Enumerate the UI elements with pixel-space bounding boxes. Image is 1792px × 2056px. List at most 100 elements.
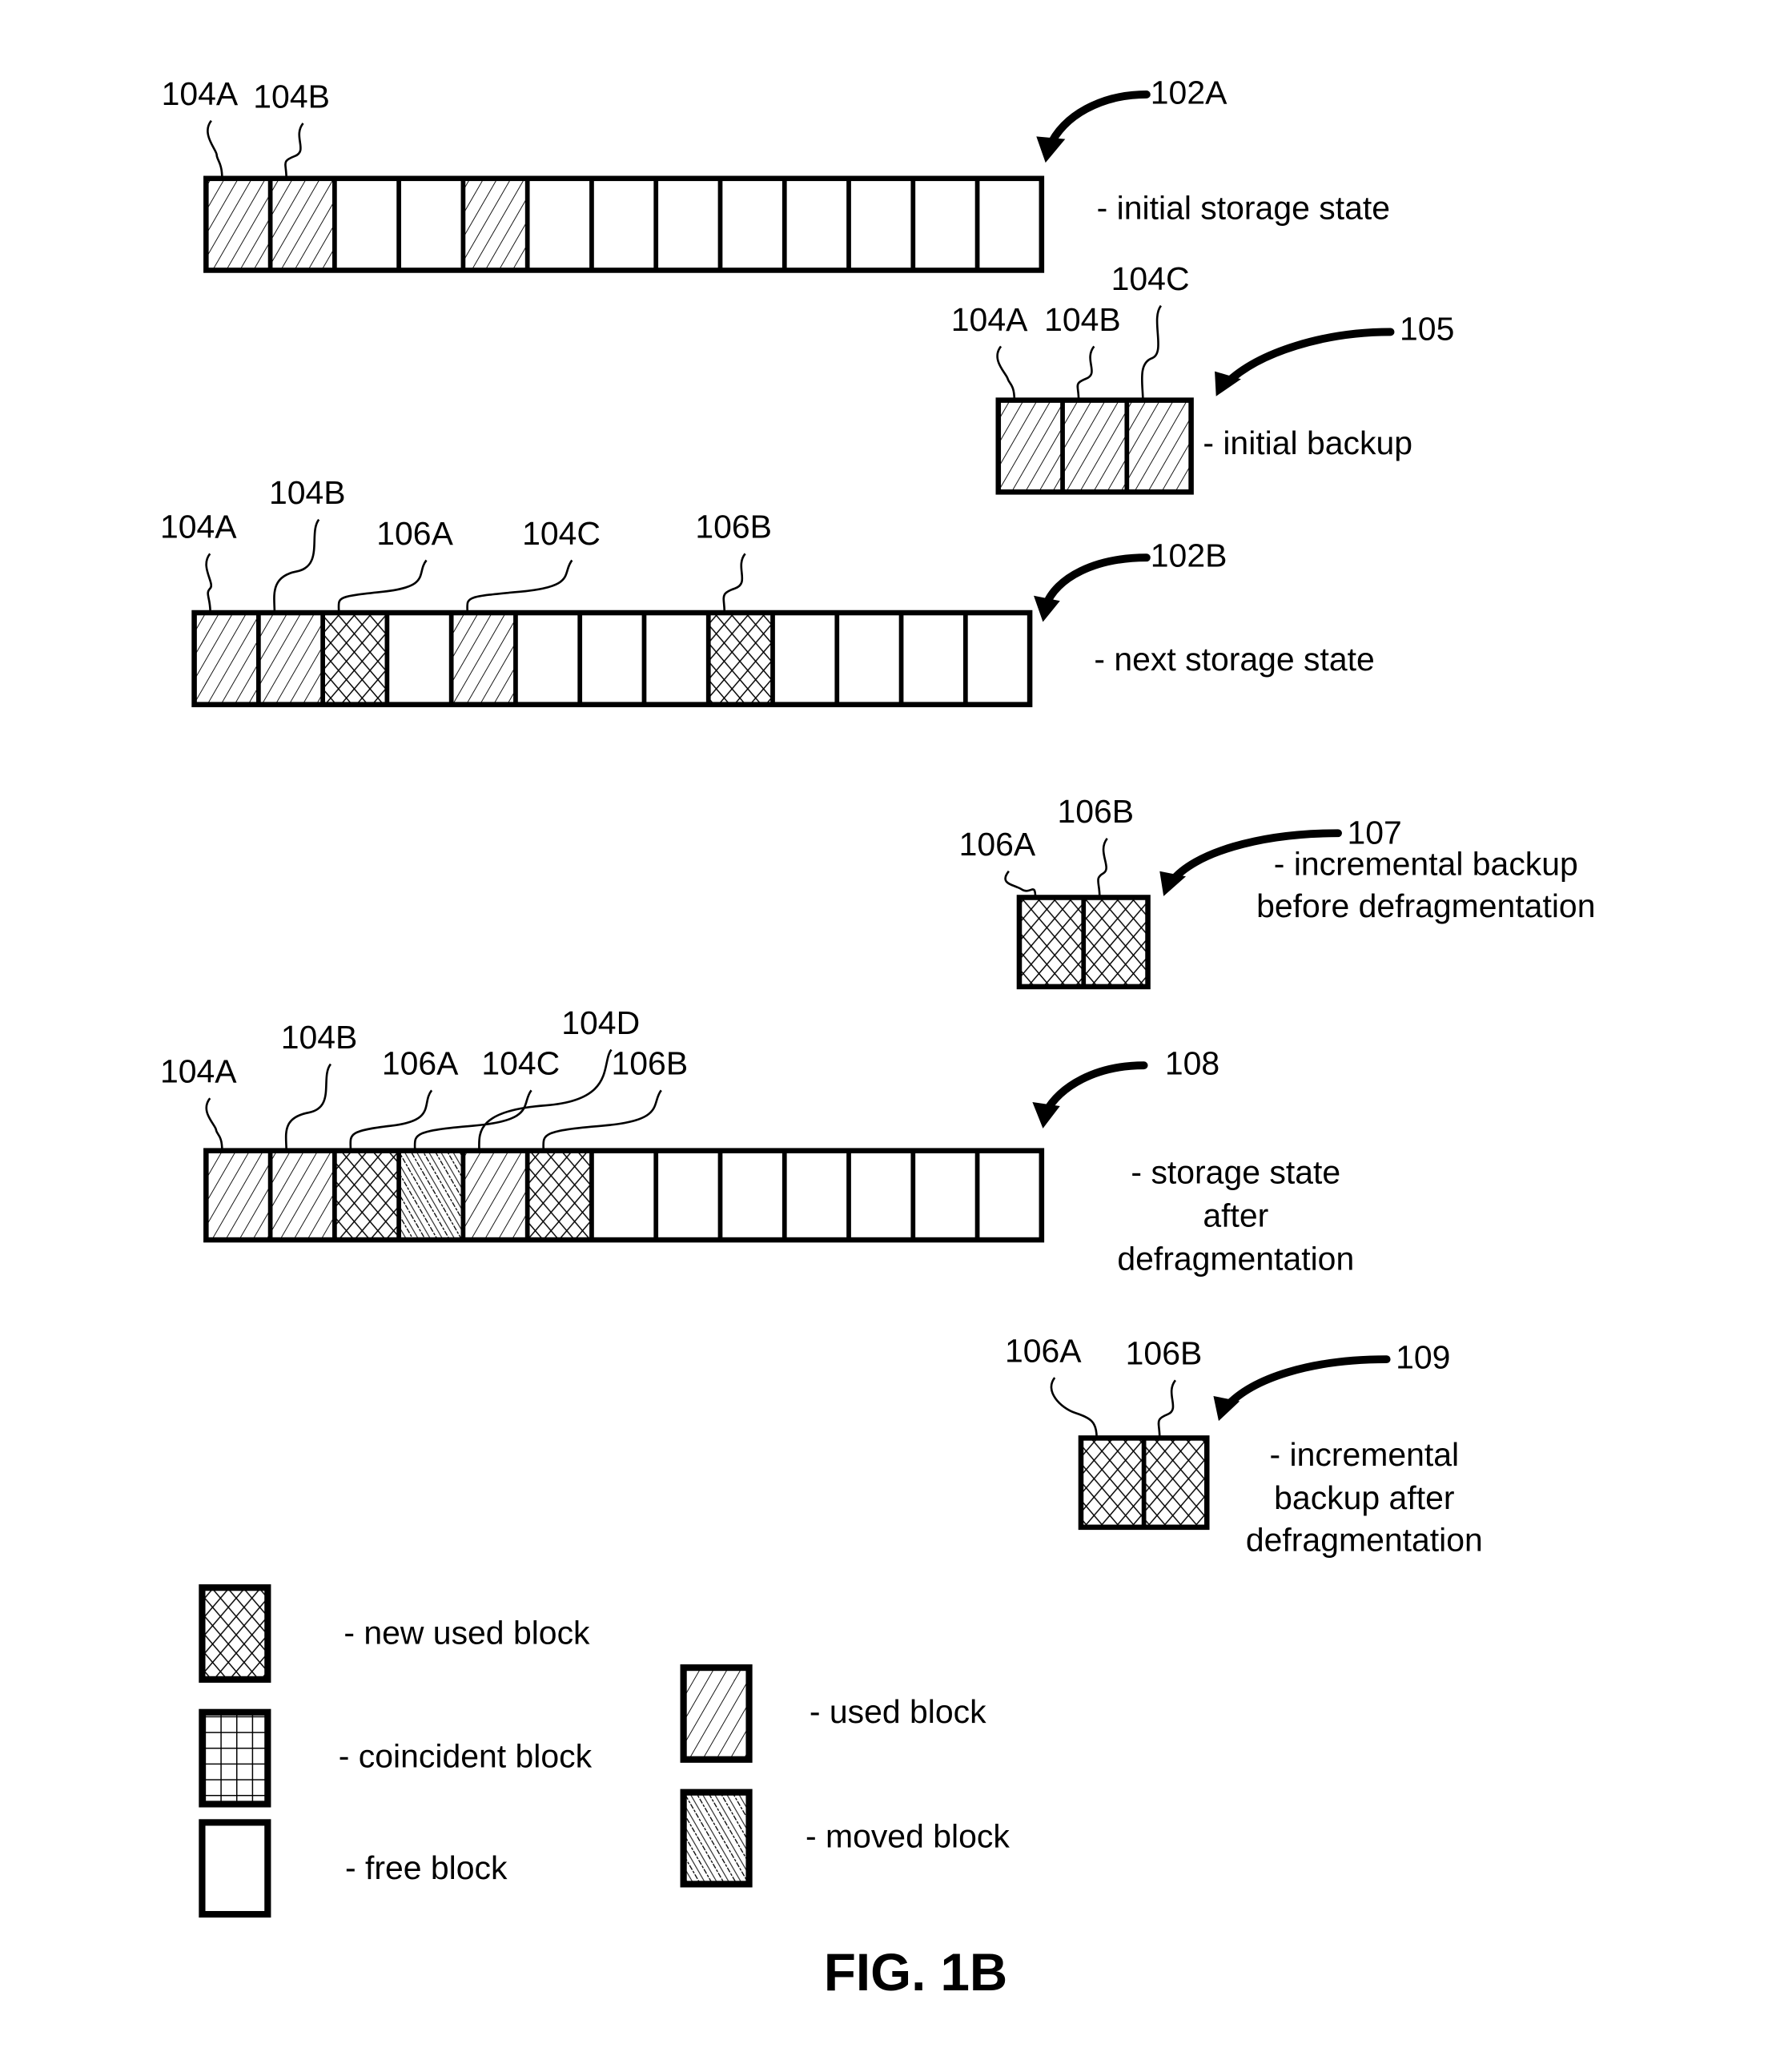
callout-leader bbox=[1140, 304, 1163, 400]
arrow-head-108 bbox=[1032, 1102, 1060, 1129]
callout-leader bbox=[1004, 870, 1037, 898]
legend-item-used: - used block bbox=[680, 1664, 986, 1763]
description-109-line3: defragmentation bbox=[1246, 1521, 1483, 1558]
block-new bbox=[1080, 1438, 1144, 1527]
block-free bbox=[580, 613, 645, 705]
legend-label: - free block bbox=[345, 1849, 508, 1886]
block-used bbox=[463, 1150, 528, 1241]
block-free bbox=[720, 1150, 785, 1241]
block-free bbox=[784, 178, 850, 271]
callout-label: 104A bbox=[162, 75, 239, 112]
callout-leader bbox=[1076, 345, 1095, 400]
callout-leader bbox=[284, 123, 304, 179]
description-107-line1: - incremental backup bbox=[1274, 846, 1578, 883]
description-102B: - next storage state bbox=[1094, 641, 1374, 678]
callout-leader bbox=[1097, 837, 1108, 898]
callout-label: 104B bbox=[253, 78, 330, 115]
legend-swatch-moved bbox=[680, 1788, 753, 1888]
callout-label: 106B bbox=[612, 1045, 689, 1082]
storage-strip-102A: 104A 104B bbox=[162, 75, 1045, 273]
block-moved bbox=[399, 1150, 464, 1241]
block-free bbox=[387, 613, 452, 705]
description-107-line2: before defragmentation bbox=[1256, 887, 1595, 924]
block-used bbox=[206, 178, 271, 271]
block-free bbox=[901, 613, 966, 705]
callout-label: 104A bbox=[160, 1052, 237, 1089]
callout-label: 104C bbox=[481, 1045, 560, 1082]
legend-label: - new used block bbox=[344, 1615, 590, 1652]
block-new bbox=[334, 1150, 400, 1241]
legend-label: - moved block bbox=[806, 1818, 1010, 1855]
block-used bbox=[451, 613, 516, 705]
block-new bbox=[708, 613, 773, 705]
callout-label: 106A bbox=[376, 515, 453, 552]
callout-leader bbox=[1157, 1379, 1177, 1438]
legend-item-moved: - moved block bbox=[680, 1788, 1010, 1888]
callout-label: 104B bbox=[269, 474, 346, 511]
callout-label: 106B bbox=[1126, 1335, 1203, 1372]
callout-label: 106B bbox=[695, 509, 772, 545]
block-used bbox=[194, 613, 259, 705]
block-free bbox=[527, 178, 592, 271]
block-used bbox=[206, 1150, 271, 1241]
callout-leader bbox=[413, 1089, 532, 1151]
block-free bbox=[784, 1150, 850, 1241]
callout-leader bbox=[284, 1063, 332, 1151]
callout-label: 106A bbox=[1005, 1332, 1082, 1369]
block-free bbox=[591, 178, 657, 271]
block-free bbox=[837, 613, 902, 705]
callout-leader bbox=[337, 559, 428, 614]
legend-swatch-free bbox=[199, 1819, 271, 1918]
arrow-105 bbox=[1222, 328, 1395, 388]
block-new bbox=[1083, 897, 1148, 987]
callout-leader bbox=[207, 119, 223, 179]
ref-label-105: 105 bbox=[1400, 310, 1454, 347]
ref-label-102A: 102A bbox=[1151, 74, 1227, 111]
description-102A: - initial storage state bbox=[1097, 190, 1390, 227]
arrow-head-102A bbox=[1036, 136, 1066, 163]
block-used bbox=[270, 1150, 335, 1241]
block-free bbox=[591, 1150, 657, 1241]
block-new bbox=[1143, 1438, 1207, 1527]
callout-label: 104A bbox=[160, 509, 237, 545]
callout-leader bbox=[1050, 1377, 1098, 1438]
block-free bbox=[849, 178, 914, 271]
ref-label-109: 109 bbox=[1396, 1339, 1450, 1376]
block-free bbox=[720, 178, 785, 271]
legend-item-coincident: - coincident block bbox=[199, 1708, 593, 1808]
arrow-109 bbox=[1222, 1355, 1391, 1411]
description-108-line2: after bbox=[1203, 1197, 1268, 1234]
legend-item-free: - free block bbox=[199, 1819, 508, 1918]
block-free bbox=[849, 1150, 914, 1241]
legend-swatch-used bbox=[680, 1664, 753, 1763]
block-free bbox=[965, 613, 1031, 705]
description-105: - initial backup bbox=[1203, 424, 1412, 461]
block-free bbox=[644, 613, 709, 705]
legend: - new used block - coincident block - free… bbox=[199, 1584, 1010, 1918]
callout-label: 106A bbox=[382, 1045, 459, 1082]
backup-strip-109: 106A 106B bbox=[1005, 1332, 1210, 1531]
storage-strip-108: 104A 104B 106A 104C104D 106B bbox=[160, 1004, 1045, 1243]
backup-strip-105: 104A 104B 104C bbox=[951, 260, 1194, 495]
legend-label: - coincident block bbox=[339, 1738, 593, 1775]
block-used bbox=[1127, 400, 1191, 493]
callout-label: 104D bbox=[561, 1004, 640, 1041]
description-108-line3: defragmentation bbox=[1117, 1241, 1354, 1277]
description-109-line1: - incremental bbox=[1270, 1436, 1460, 1473]
description-108-line1: - storage state bbox=[1131, 1154, 1340, 1191]
block-free bbox=[334, 178, 400, 271]
block-used bbox=[270, 178, 335, 271]
block-new bbox=[323, 613, 388, 705]
arrow-head-102B bbox=[1034, 595, 1060, 622]
ref-label-108: 108 bbox=[1165, 1045, 1219, 1082]
block-new bbox=[1019, 897, 1084, 987]
arrow-108 bbox=[1041, 1061, 1148, 1117]
callout-label: 104B bbox=[281, 1019, 358, 1056]
callout-leader bbox=[273, 518, 320, 614]
callout-leader bbox=[205, 553, 213, 614]
callout-leader bbox=[996, 345, 1016, 400]
block-new bbox=[527, 1150, 592, 1241]
block-used bbox=[258, 613, 323, 705]
ref-label-102B: 102B bbox=[1151, 537, 1227, 574]
arrow-102B bbox=[1041, 553, 1151, 610]
